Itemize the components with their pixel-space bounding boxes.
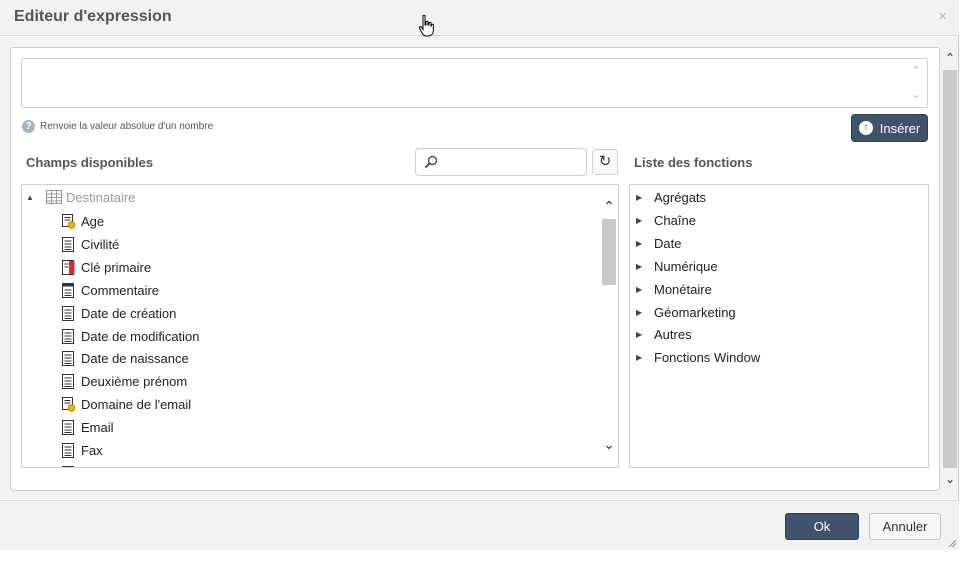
field-item[interactable]: Domaine de l'email bbox=[62, 394, 191, 414]
computed-field-icon bbox=[62, 396, 75, 412]
field-item[interactable]: Clé primaire bbox=[62, 257, 151, 277]
computed-field-icon bbox=[62, 213, 75, 229]
ok-button[interactable]: Ok bbox=[785, 513, 859, 540]
field-item-label: Date de création bbox=[81, 305, 177, 321]
chevron-down-icon[interactable]: ⌄ bbox=[600, 435, 618, 453]
collapse-triangle-icon[interactable]: ▲ bbox=[26, 193, 46, 202]
expand-triangle-icon[interactable]: ▶ bbox=[636, 308, 654, 317]
text-field-icon bbox=[62, 373, 74, 389]
field-item[interactable]: Age bbox=[62, 211, 104, 231]
expand-triangle-icon[interactable]: ▶ bbox=[636, 330, 654, 339]
help-icon: ? bbox=[22, 120, 35, 133]
function-category-label: Fonctions Window bbox=[654, 349, 761, 365]
expand-triangle-icon[interactable]: ▶ bbox=[636, 262, 654, 271]
dialog-scrollbar[interactable]: ⌃ ⌄ bbox=[942, 48, 958, 490]
field-item-label: Email bbox=[81, 419, 114, 435]
function-category-label: Géomarketing bbox=[654, 304, 736, 320]
field-item-label: Deuxième prénom bbox=[81, 373, 188, 389]
fields-scrollbar[interactable]: ⌃ ⌄ bbox=[600, 185, 618, 467]
function-category[interactable]: ▶ Agrégats bbox=[636, 187, 706, 207]
field-item[interactable]: Civilité bbox=[62, 234, 119, 254]
function-category[interactable]: ▶ Autres bbox=[636, 324, 692, 344]
text-field-icon bbox=[62, 350, 74, 366]
function-category-label: Monétaire bbox=[654, 281, 712, 297]
tree-root-recipient[interactable]: ▲ Destinataire bbox=[26, 189, 135, 205]
text-field-icon bbox=[62, 442, 74, 458]
dialog-scroll-thumb[interactable] bbox=[943, 70, 957, 468]
field-item-label: Date de naissance bbox=[81, 350, 189, 366]
expand-triangle-icon[interactable]: ▶ bbox=[636, 239, 654, 248]
table-icon bbox=[46, 190, 62, 204]
hand-cursor-icon bbox=[418, 14, 434, 37]
function-category[interactable]: ▶ Chaîne bbox=[636, 210, 696, 230]
function-category[interactable]: ▶ Numérique bbox=[636, 256, 718, 276]
function-category[interactable]: ▶ Géomarketing bbox=[636, 302, 736, 322]
search-icon bbox=[424, 155, 438, 169]
field-item[interactable]: Date de modification bbox=[62, 326, 200, 346]
editor-content-panel: ⌃ ⌄ ? Renvoie la valeur absolue d'un nom… bbox=[10, 47, 940, 491]
available-fields-heading: Champs disponibles bbox=[26, 155, 154, 170]
expand-triangle-icon[interactable]: ▶ bbox=[636, 193, 654, 202]
function-list-heading: Liste des fonctions bbox=[634, 155, 753, 170]
field-item[interactable]: Deuxième prénom bbox=[62, 371, 187, 391]
text-field-icon bbox=[62, 305, 74, 321]
expression-editor-dialog: Editeur d'expression × ⌃ ⌄ ? Renvoie la … bbox=[0, 0, 959, 550]
text-field-icon bbox=[62, 465, 74, 467]
close-icon[interactable]: × bbox=[938, 8, 947, 25]
chevron-down-icon[interactable]: ⌄ bbox=[909, 88, 923, 102]
function-hint-text: Renvoie la valeur absolue d'un nombre bbox=[40, 121, 214, 132]
field-item-label: Age bbox=[81, 213, 105, 229]
function-category[interactable]: ▶ Monétaire bbox=[636, 279, 712, 299]
fields-search-input[interactable] bbox=[415, 148, 587, 176]
text-field-icon bbox=[62, 236, 74, 252]
field-item-label: Fax bbox=[81, 442, 103, 458]
function-category-label: Agrégats bbox=[654, 189, 707, 205]
field-item-label: Domaine de l'email bbox=[81, 396, 192, 412]
function-hint: ? Renvoie la valeur absolue d'un nombre bbox=[22, 120, 213, 133]
function-category-label: Autres bbox=[654, 326, 692, 342]
function-category-label: Date bbox=[654, 235, 682, 251]
chevron-up-icon[interactable]: ⌃ bbox=[600, 197, 618, 215]
chevron-up-icon[interactable]: ⌃ bbox=[942, 49, 958, 67]
tree-root-label: Destinataire bbox=[66, 189, 136, 205]
memo-field-icon bbox=[62, 282, 74, 298]
fields-scroll-thumb[interactable] bbox=[602, 219, 616, 285]
cancel-button[interactable]: Annuler bbox=[869, 513, 941, 540]
function-category-label: Numérique bbox=[654, 258, 718, 274]
resize-grip-icon[interactable] bbox=[947, 538, 957, 548]
expand-triangle-icon[interactable]: ▶ bbox=[636, 216, 654, 225]
dialog-footer: Ok Annuler bbox=[0, 500, 959, 550]
fields-tree: ▲ Destinataire Age Civilité Clé primaire… bbox=[21, 184, 619, 468]
insert-button-label: Insérer bbox=[879, 120, 921, 136]
expression-textarea[interactable]: ⌃ ⌄ bbox=[21, 58, 928, 108]
insert-button[interactable]: ↑ Insérer bbox=[851, 114, 928, 142]
field-item-partial bbox=[62, 463, 81, 467]
expand-triangle-icon[interactable]: ▶ bbox=[636, 285, 654, 294]
refresh-button[interactable]: ↻ bbox=[592, 149, 618, 175]
field-item[interactable]: Date de naissance bbox=[62, 348, 189, 368]
chevron-down-icon[interactable]: ⌄ bbox=[942, 470, 958, 488]
function-category[interactable]: ▶ Fonctions Window bbox=[636, 347, 760, 367]
function-tree: ▶ Agrégats ▶ Chaîne ▶ Date ▶ Numérique ▶ Moné… bbox=[629, 184, 929, 468]
chevron-up-icon[interactable]: ⌃ bbox=[909, 64, 923, 78]
field-item[interactable]: Fax bbox=[62, 440, 103, 460]
field-item-label: Civilité bbox=[81, 236, 120, 252]
field-item[interactable]: Email bbox=[62, 417, 114, 437]
field-item-label: Clé primaire bbox=[81, 259, 152, 275]
dialog-title: Editeur d'expression bbox=[14, 8, 172, 25]
function-category-label: Chaîne bbox=[654, 212, 696, 228]
function-category[interactable]: ▶ Date bbox=[636, 233, 681, 253]
field-item-label: Date de modification bbox=[81, 328, 200, 344]
refresh-icon: ↻ bbox=[598, 153, 612, 170]
dialog-titlebar[interactable]: Editeur d'expression × bbox=[0, 0, 959, 37]
field-item[interactable]: Commentaire bbox=[62, 280, 159, 300]
text-field-icon bbox=[62, 328, 74, 344]
field-item-label: Commentaire bbox=[81, 282, 160, 298]
field-item[interactable]: Date de création bbox=[62, 303, 176, 323]
arrow-up-circle-icon: ↑ bbox=[858, 121, 873, 135]
text-field-icon bbox=[62, 419, 74, 435]
expand-triangle-icon[interactable]: ▶ bbox=[636, 353, 654, 362]
primary-key-icon bbox=[62, 259, 75, 275]
